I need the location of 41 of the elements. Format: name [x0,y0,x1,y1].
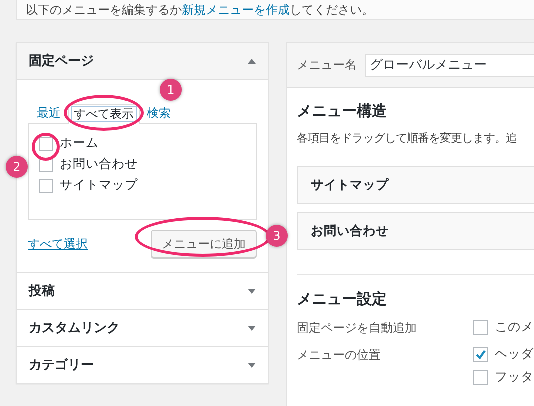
select-all-link[interactable]: すべて選択 [28,236,88,252]
section-title: 固定ページ [29,52,94,70]
checkbox[interactable] [473,347,488,362]
section-heading: メニュー構造 [297,102,388,121]
setting-label: メニューの位置 [297,347,382,364]
menu-item[interactable]: サイトマップ [297,166,534,204]
expand-arrow-icon[interactable] [248,362,256,368]
option-label: このメ [495,319,534,336]
menu-name-field[interactable]: グローバルメニュー [365,54,534,76]
section-title: カスタムリンク [29,320,120,337]
setting-label: 固定ページを自動追加 [297,320,418,337]
description-text: 各項目をドラッグして順番を変更します。追 [297,131,518,146]
section-heading: メニュー設定 [297,290,388,309]
create-menu-link[interactable]: 新規メニューを作成 [182,2,290,16]
highlight-ellipse [32,133,60,161]
checkbox[interactable] [39,178,53,192]
checkbox[interactable] [473,370,488,385]
section-header[interactable]: 固定ページ [17,43,268,80]
option-label: ヘッダ [495,346,534,363]
checkbox[interactable] [473,320,488,335]
menu-item[interactable]: お問い合わせ [297,212,534,250]
step-number-badge: 2 [6,156,28,178]
notice-text: 以下のメニューを編集するか新規メニューを作成 してください。 [26,2,374,16]
tab[interactable]: 最近 [34,103,64,123]
collapse-arrow-icon[interactable] [248,58,256,64]
expand-arrow-icon[interactable] [248,288,256,294]
tab[interactable]: 検索 [144,103,174,123]
section-header[interactable]: カスタムリンク [17,309,268,346]
item-label: ホーム [60,135,99,152]
field-label: メニュー名 [297,56,357,74]
item-label: お問い合わせ [60,156,138,173]
expand-arrow-icon[interactable] [248,326,256,330]
section-header[interactable]: 投稿 [17,272,268,309]
tab[interactable]: すべて表示 [68,104,140,124]
option-label: フッタ [495,369,534,386]
section-title: 投稿 [29,282,55,300]
add-to-menu-button[interactable]: メニューに追加 [151,230,257,258]
section-title: カテゴリー [29,357,94,374]
section-header[interactable]: カテゴリー [17,346,268,383]
checkbox[interactable] [39,136,53,150]
item-label: サイトマップ [60,177,138,194]
